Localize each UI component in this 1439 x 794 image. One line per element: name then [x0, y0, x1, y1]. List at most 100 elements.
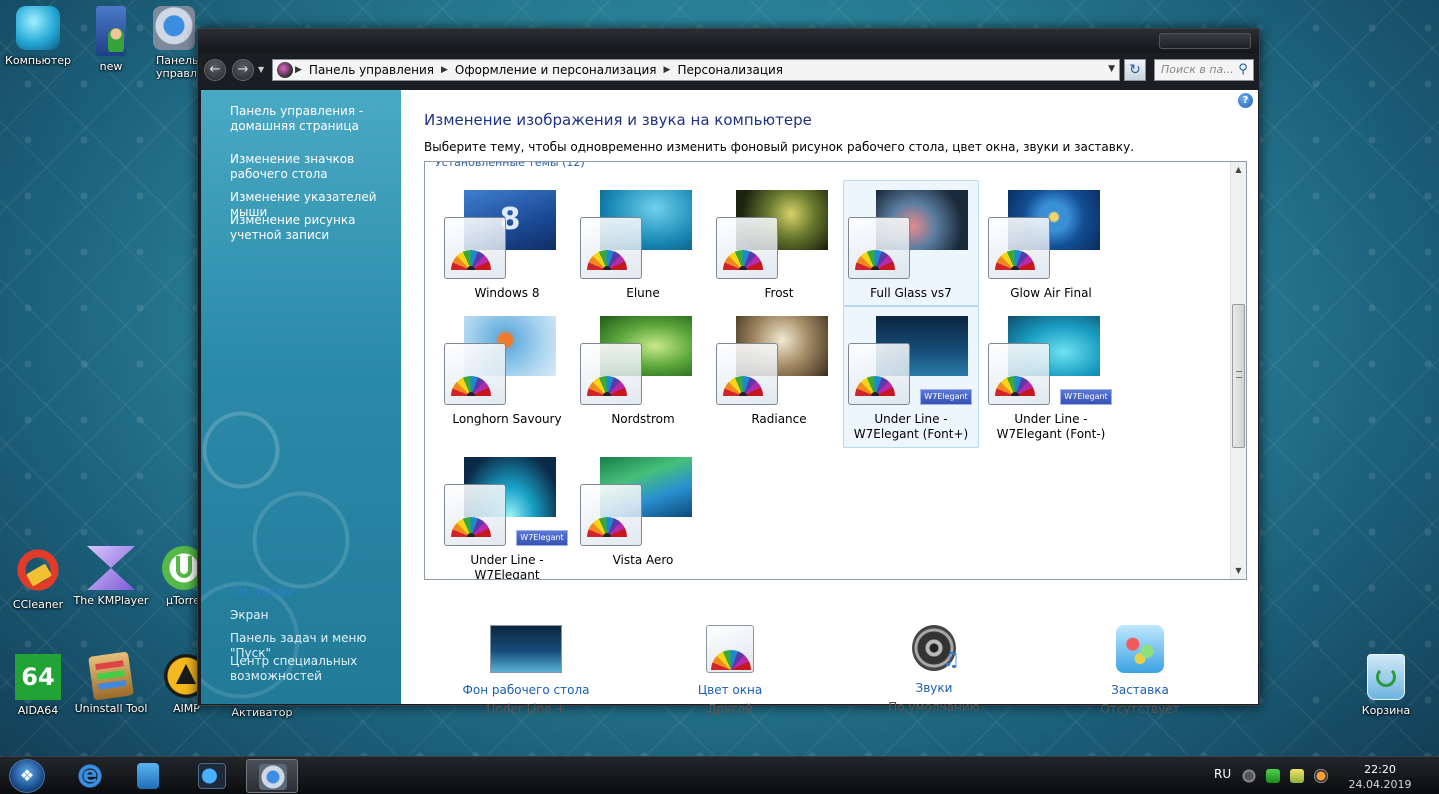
taskbar-internet-explorer[interactable]: e	[64, 759, 116, 793]
theme-name: Full Glass vs7	[870, 286, 952, 300]
volume-icon[interactable]	[1314, 769, 1328, 783]
search-icon[interactable]: ⚲	[1235, 62, 1251, 78]
window-color-preview	[988, 343, 1050, 405]
help-icon[interactable]: ?	[1238, 93, 1253, 108]
sounds-link[interactable]: Звуки	[849, 681, 1019, 695]
theme-name: Nordstrom	[611, 412, 675, 426]
refresh-button[interactable]: ↻	[1124, 59, 1146, 81]
link-ease-of-access[interactable]: Центр специальных возможностей	[230, 654, 400, 684]
power-icon[interactable]	[1290, 769, 1304, 783]
themes-list: Установленные темы (12) 8 Windows 8 Elun…	[424, 161, 1247, 580]
control-panel-icon	[277, 62, 293, 78]
window-color-setting[interactable]: Цвет окна Другой	[645, 625, 815, 716]
desktop-icon-uninstall-tool[interactable]: Uninstall Tool	[73, 651, 149, 715]
theme-radiance[interactable]: Radiance	[711, 306, 847, 432]
theme-under-line-font-plus[interactable]: W7Elegant Under Line - W7Elegant (Font+)	[843, 306, 979, 448]
window-color-preview	[444, 343, 506, 405]
theme-glow-air-final[interactable]: Glow Air Final	[983, 180, 1119, 306]
desktop-background-value: Under Line +	[486, 702, 566, 716]
breadcrumb-control-panel[interactable]: Панель управления	[304, 63, 439, 77]
desktop-icon-control-panel[interactable]: Панель управления	[144, 6, 204, 80]
control-panel-icon	[259, 764, 287, 790]
color-fan-icon	[451, 250, 491, 270]
language-indicator[interactable]: RU	[1214, 767, 1231, 781]
theme-elune[interactable]: Elune	[575, 180, 711, 306]
search-input[interactable]: Поиск в па... ⚲	[1154, 59, 1254, 81]
screensaver-link[interactable]: Заставка	[1055, 683, 1225, 697]
window-controls[interactable]	[1159, 33, 1251, 49]
color-fan-icon	[451, 517, 491, 537]
theme-name: Under Line - W7Elegant	[470, 553, 544, 580]
theme-longhorn-savoury[interactable]: Longhorn Savoury	[439, 306, 575, 432]
window-color-preview	[580, 343, 642, 405]
theme-under-line-font-minus[interactable]: W7Elegant Under Line - W7Elegant (Font-)	[983, 306, 1119, 441]
color-fan-icon	[855, 376, 895, 396]
clock-time: 22:20	[1364, 763, 1396, 776]
see-also-heading: См. также	[230, 585, 295, 599]
control-panel-icon	[153, 6, 195, 50]
window-color-preview	[580, 484, 642, 546]
breadcrumb-appearance[interactable]: Оформление и персонализация	[450, 63, 662, 77]
taskbar: ❖ e RU 22:20 24.04.2019	[0, 756, 1439, 794]
theme-under-line[interactable]: W7Elegant Under Line - W7Elegant	[439, 447, 575, 579]
link-change-desktop-icons[interactable]: Изменение значков рабочего стола	[230, 152, 400, 182]
taskbar-control-panel[interactable]	[246, 759, 298, 793]
theme-windows-8[interactable]: 8 Windows 8	[439, 180, 575, 306]
theme-full-glass-vs7[interactable]: Full Glass vs7	[843, 180, 979, 306]
desktop-icon-label: Uninstall Tool	[74, 702, 148, 715]
window-color-preview	[848, 343, 910, 405]
screensaver-setting[interactable]: Заставка Отсутствует	[1055, 625, 1225, 716]
scroll-down-icon[interactable]: ▼	[1231, 563, 1246, 579]
theme-vista-aero[interactable]: Vista Aero	[575, 447, 711, 573]
address-bar[interactable]: ▶ Панель управления ▶ Оформление и персо…	[272, 59, 1120, 81]
start-button[interactable]: ❖	[9, 759, 45, 793]
desktop-background-setting[interactable]: Фон рабочего стола Under Line +	[441, 625, 611, 716]
color-fan-icon	[723, 376, 763, 396]
network-icon[interactable]	[1242, 769, 1256, 783]
theme-name: Under Line - W7Elegant (Font-)	[996, 412, 1106, 441]
color-fan-icon	[587, 517, 627, 537]
link-control-panel-home[interactable]: Панель управления - домашняя страница	[230, 104, 400, 134]
screensaver-value: Отсутствует	[1100, 702, 1180, 716]
window-color-link[interactable]: Цвет окна	[645, 683, 815, 697]
taskbar-media-player[interactable]	[186, 759, 238, 793]
back-button[interactable]: ←	[204, 59, 226, 81]
desktop-icon-label: Панель управления	[156, 54, 204, 80]
breadcrumb-separator[interactable]: ▶	[293, 65, 304, 75]
breadcrumb-personalization[interactable]: Персонализация	[672, 63, 788, 77]
aida64-icon: 64	[15, 654, 61, 700]
link-change-account-picture[interactable]: Изменение рисунка учетной записи	[230, 213, 400, 243]
breadcrumb-separator[interactable]: ▶	[662, 65, 673, 75]
theme-frost[interactable]: Frost	[711, 180, 847, 306]
desktop-icon-utorrent[interactable]: µTorrent	[148, 546, 204, 607]
desktop-background-link[interactable]: Фон рабочего стола	[441, 683, 611, 697]
taskbar-explorer[interactable]	[122, 759, 174, 793]
theme-name: Vista Aero	[612, 553, 674, 567]
desktop-icon-recycle-bin[interactable]: Корзина	[1348, 654, 1424, 717]
link-display[interactable]: Экран	[230, 608, 400, 623]
address-dropdown-icon[interactable]: ▼	[1108, 64, 1115, 74]
window-titlebar[interactable]	[198, 29, 1259, 53]
flag-icon[interactable]	[1266, 769, 1280, 783]
desktop-icon-label: Корзина	[1361, 704, 1411, 717]
recent-pages-dropdown[interactable]: ▼	[258, 65, 264, 74]
desktop-icon-new[interactable]: new	[73, 6, 149, 73]
themes-scrollbar[interactable]: ▲ ▼	[1230, 162, 1246, 579]
scrollbar-thumb[interactable]	[1232, 304, 1245, 448]
window-color-value: Другой	[707, 702, 753, 716]
desktop-icon-computer[interactable]: Компьютер	[0, 6, 76, 67]
window-color-preview	[848, 217, 910, 279]
theme-nordstrom[interactable]: Nordstrom	[575, 306, 711, 432]
desktop-icon-kmplayer[interactable]: The KMPlayer	[73, 546, 149, 607]
desktop-icon-label: AIDA64	[17, 704, 59, 717]
breadcrumb-separator[interactable]: ▶	[439, 65, 450, 75]
theme-name: Under Line - W7Elegant (Font+)	[853, 412, 969, 441]
desktop-icon-ccleaner[interactable]: CCleaner	[0, 546, 76, 611]
forward-button[interactable]: →	[232, 59, 254, 81]
left-task-pane: Панель управления - домашняя страница Из…	[201, 90, 401, 704]
scroll-up-icon[interactable]: ▲	[1231, 162, 1246, 178]
system-clock[interactable]: 22:20 24.04.2019	[1342, 762, 1418, 792]
sounds-setting[interactable]: ♫ Звуки По умолчанию	[849, 625, 1019, 714]
desktop-icon-aida64[interactable]: 64 AIDA64	[0, 654, 76, 717]
color-fan-icon	[587, 250, 627, 270]
